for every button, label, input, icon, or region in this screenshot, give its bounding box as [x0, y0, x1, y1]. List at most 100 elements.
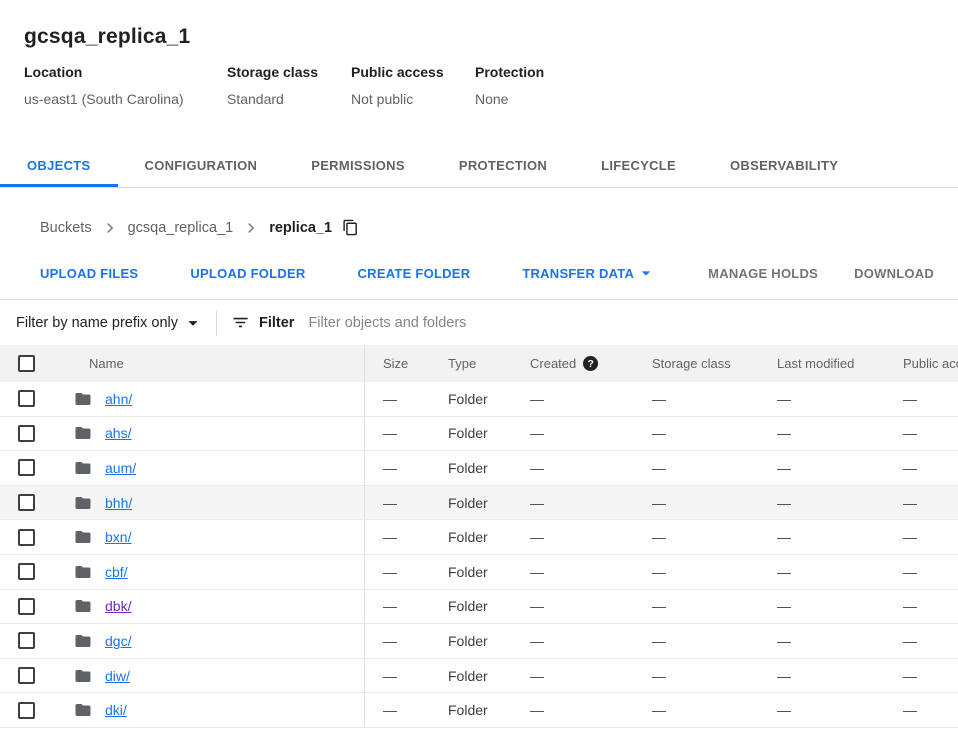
row-type: Folder — [430, 382, 512, 416]
column-header-name: Name — [56, 345, 365, 382]
tab-configuration[interactable]: CONFIGURATION — [118, 143, 285, 187]
row-public-access: — — [885, 417, 958, 451]
filter-objects-input[interactable] — [308, 315, 958, 331]
row-last-modified: — — [759, 590, 885, 624]
column-header-public-access: Public access — [885, 345, 958, 382]
row-size: — — [365, 417, 430, 451]
folder-link[interactable]: bxn/ — [105, 529, 131, 545]
table-row: bhh/—Folder———— — [0, 486, 958, 521]
row-storage-class: — — [634, 520, 759, 554]
row-checkbox-cell — [0, 417, 56, 451]
row-checkbox[interactable] — [18, 563, 35, 580]
row-size: — — [365, 451, 430, 485]
row-last-modified: — — [759, 451, 885, 485]
row-size: — — [365, 555, 430, 589]
row-checkbox[interactable] — [18, 632, 35, 649]
manage-holds-button[interactable]: MANAGE HOLDS — [708, 266, 818, 281]
row-type: Folder — [430, 590, 512, 624]
help-icon[interactable]: ? — [583, 356, 598, 371]
filter-bar: Filter by name prefix only Filter — [0, 299, 958, 345]
row-created: — — [512, 590, 634, 624]
row-type: Folder — [430, 486, 512, 520]
object-table-header: Name Size Type Created ? Storage class L… — [0, 345, 958, 382]
row-type: Folder — [430, 624, 512, 658]
create-folder-button[interactable]: CREATE FOLDER — [358, 266, 471, 281]
row-name-cell: dgc/ — [56, 624, 365, 658]
row-checkbox[interactable] — [18, 598, 35, 615]
row-type: Folder — [430, 417, 512, 451]
arrow-drop-down-icon — [636, 263, 656, 283]
folder-link[interactable]: dgc/ — [105, 633, 131, 649]
upload-folder-button[interactable]: UPLOAD FOLDER — [190, 266, 305, 281]
row-checkbox[interactable] — [18, 390, 35, 407]
download-button[interactable]: DOWNLOAD — [854, 266, 934, 281]
tab-protection[interactable]: PROTECTION — [432, 143, 574, 187]
folder-icon — [74, 424, 92, 442]
transfer-data-button[interactable]: TRANSFER DATA — [522, 263, 656, 283]
row-name-cell: aum/ — [56, 451, 365, 485]
row-checkbox[interactable] — [18, 459, 35, 476]
folder-link[interactable]: dbk/ — [105, 598, 131, 614]
row-name-cell: dki/ — [56, 693, 365, 727]
row-checkbox[interactable] — [18, 529, 35, 546]
column-header-storage-class: Storage class — [634, 345, 759, 382]
row-last-modified: — — [759, 520, 885, 554]
content-copy-icon — [342, 219, 359, 236]
row-checkbox[interactable] — [18, 667, 35, 684]
folder-icon — [74, 494, 92, 512]
row-created: — — [512, 555, 634, 589]
folder-link[interactable]: cbf/ — [105, 564, 128, 580]
tab-permissions[interactable]: PERMISSIONS — [284, 143, 432, 187]
row-public-access: — — [885, 451, 958, 485]
column-header-type: Type — [430, 345, 512, 382]
table-row: aum/—Folder———— — [0, 451, 958, 486]
row-size: — — [365, 624, 430, 658]
chevron-right-icon — [241, 218, 261, 238]
row-checkbox[interactable] — [18, 425, 35, 442]
column-header-last-modified: Last modified — [759, 345, 885, 382]
copy-path-button[interactable] — [342, 219, 360, 237]
meta-public-access: Public access Not public — [351, 64, 475, 107]
folder-link[interactable]: aum/ — [105, 460, 136, 476]
folder-link[interactable]: bhh/ — [105, 495, 132, 511]
object-table-body: ahn/—Folder————ahs/—Folder————aum/—Folde… — [0, 382, 958, 728]
row-public-access: — — [885, 693, 958, 727]
upload-files-button[interactable]: UPLOAD FILES — [40, 266, 138, 281]
tab-objects[interactable]: OBJECTS — [0, 143, 118, 187]
folder-link[interactable]: diw/ — [105, 668, 130, 684]
row-name-cell: bxn/ — [56, 520, 365, 554]
row-checkbox[interactable] — [18, 702, 35, 719]
row-type: Folder — [430, 520, 512, 554]
row-checkbox[interactable] — [18, 494, 35, 511]
breadcrumb-buckets[interactable]: Buckets — [40, 220, 92, 236]
bucket-tabs: OBJECTS CONFIGURATION PERMISSIONS PROTEC… — [0, 143, 958, 188]
bucket-meta: Location us-east1 (South Carolina) Stora… — [24, 64, 934, 107]
tab-observability[interactable]: OBSERVABILITY — [703, 143, 865, 187]
folder-link[interactable]: dki/ — [105, 702, 127, 718]
meta-location: Location us-east1 (South Carolina) — [24, 64, 227, 107]
row-type: Folder — [430, 693, 512, 727]
row-last-modified: — — [759, 417, 885, 451]
row-checkbox-cell — [0, 555, 56, 589]
filter-scope-dropdown[interactable]: Filter by name prefix only — [16, 312, 204, 334]
row-size: — — [365, 486, 430, 520]
folder-link[interactable]: ahn/ — [105, 391, 132, 407]
select-all-checkbox[interactable] — [18, 355, 35, 372]
table-row: ahs/—Folder———— — [0, 417, 958, 452]
folder-icon — [74, 563, 92, 581]
row-checkbox-cell — [0, 486, 56, 520]
breadcrumb-bucket-name[interactable]: gcsqa_replica_1 — [128, 220, 234, 236]
row-size: — — [365, 382, 430, 416]
table-row: dki/—Folder———— — [0, 693, 958, 728]
row-storage-class: — — [634, 590, 759, 624]
row-size: — — [365, 693, 430, 727]
tab-lifecycle[interactable]: LIFECYCLE — [574, 143, 703, 187]
folder-link[interactable]: ahs/ — [105, 425, 131, 441]
row-created: — — [512, 417, 634, 451]
row-size: — — [365, 659, 430, 693]
row-storage-class: — — [634, 555, 759, 589]
row-last-modified: — — [759, 382, 885, 416]
filter-label: Filter — [259, 315, 294, 331]
row-public-access: — — [885, 624, 958, 658]
row-checkbox-cell — [0, 693, 56, 727]
